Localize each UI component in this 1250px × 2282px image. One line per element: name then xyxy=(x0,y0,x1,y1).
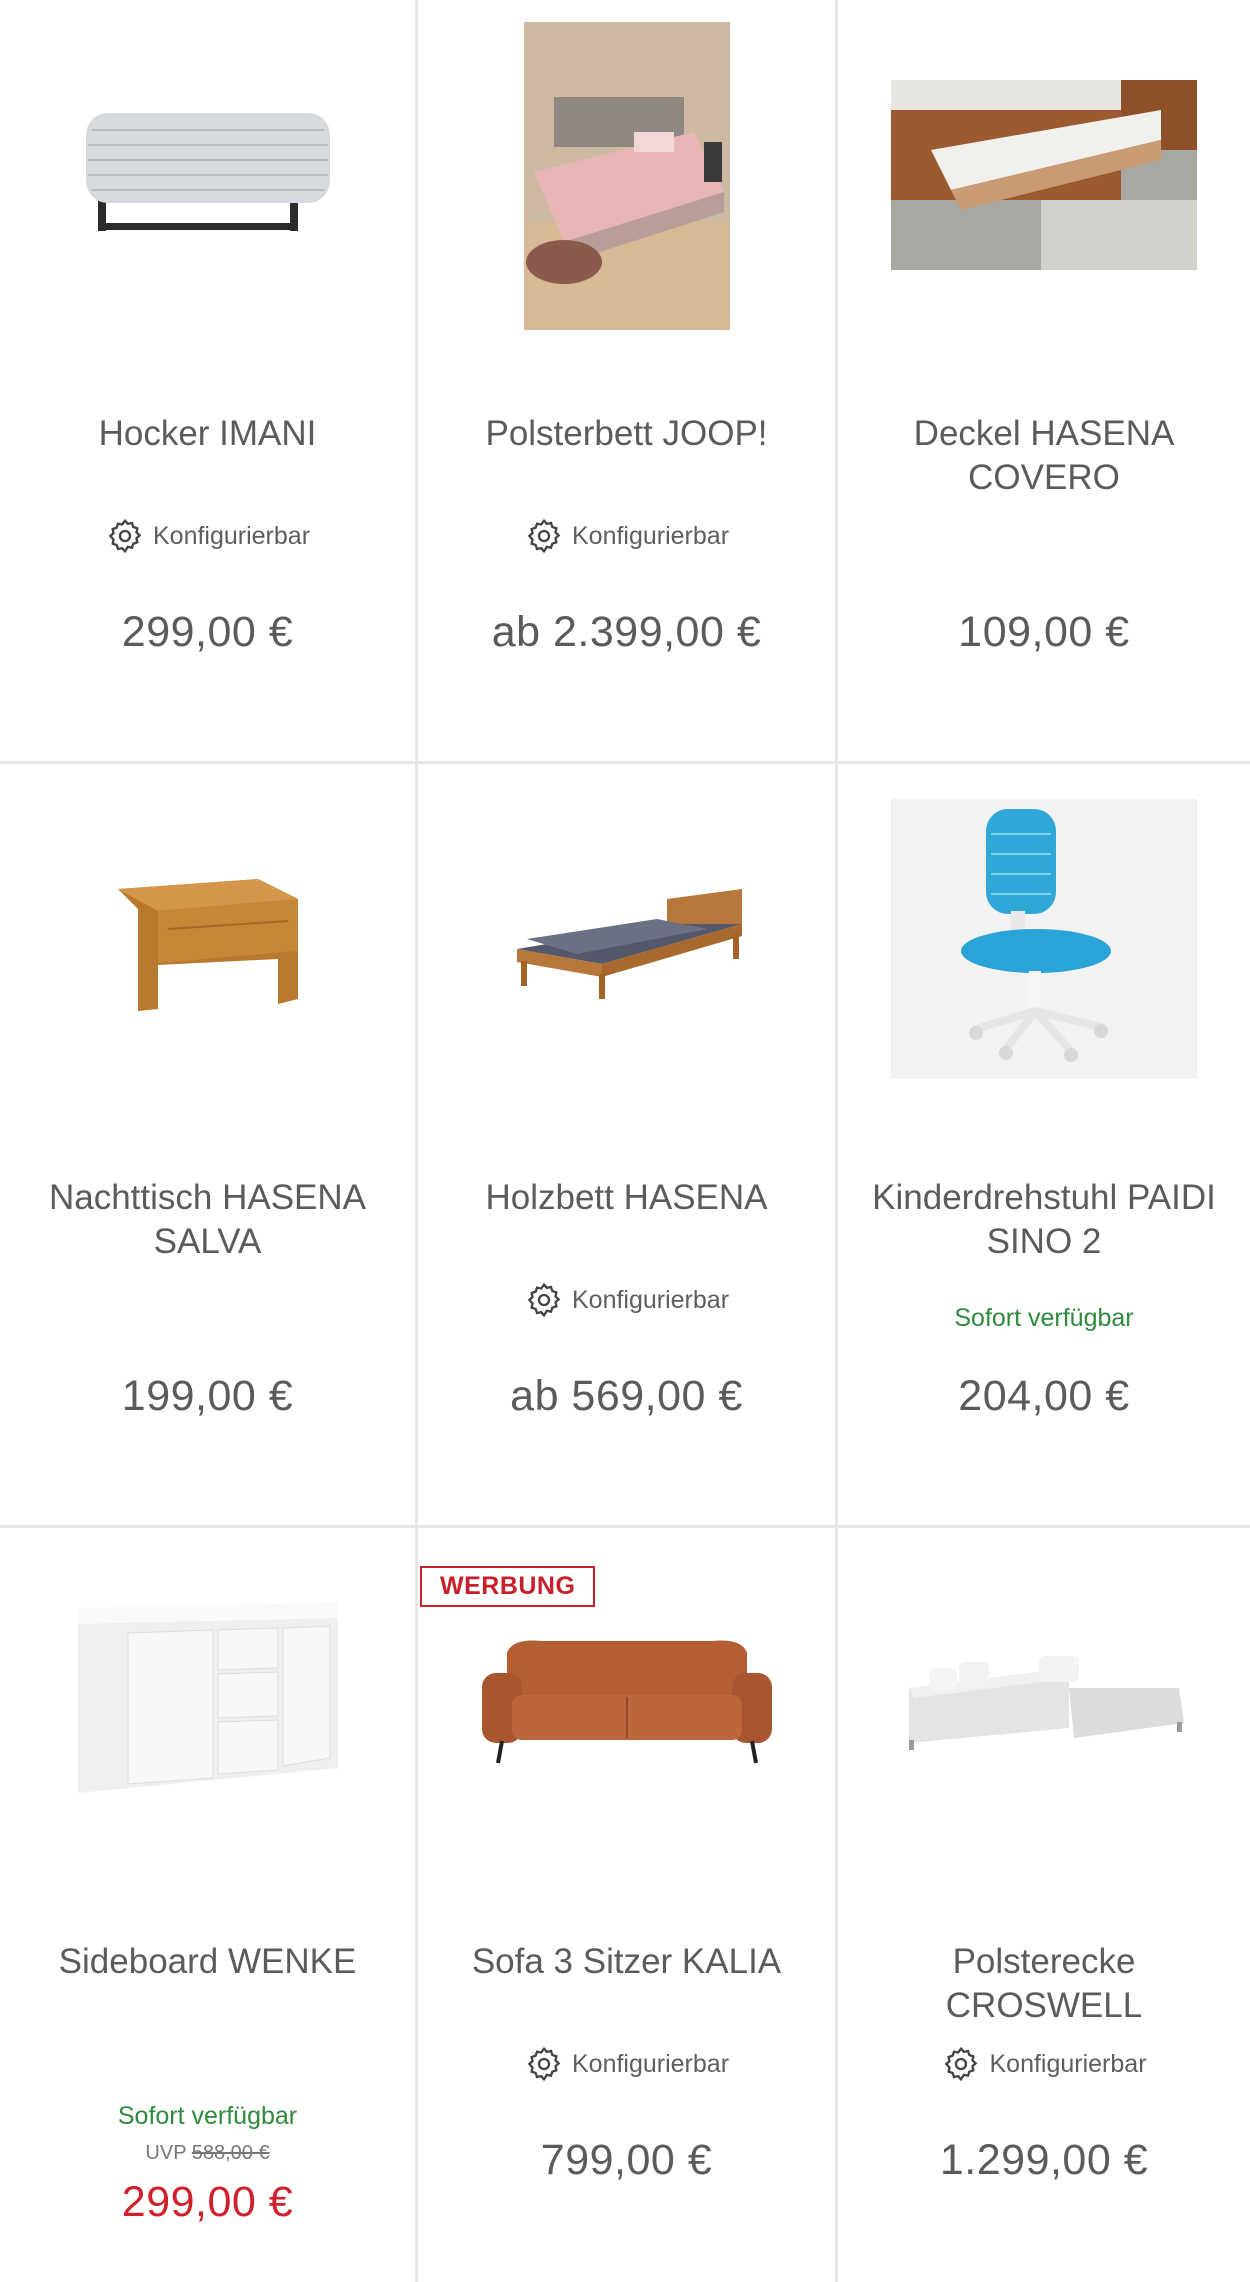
product-title[interactable]: Sofa 3 Sitzer KALIA xyxy=(438,1940,815,1984)
product-card[interactable]: Deckel HASENA COVERO 109,00 € xyxy=(838,0,1250,764)
availability-label: Sofort verfügbar xyxy=(954,1304,1134,1332)
uvp-price: UVP 588,00 € xyxy=(0,2142,415,2165)
product-title[interactable]: Holzbett HASENA xyxy=(438,1176,815,1220)
gear-icon xyxy=(527,518,561,554)
uvp-label: UVP xyxy=(145,2142,187,2164)
availability-label: Sofort verfügbar xyxy=(117,2102,298,2130)
gear-icon xyxy=(945,2046,978,2082)
product-title[interactable]: Polsterecke CROSWELL xyxy=(858,1940,1230,2028)
product-title[interactable]: Hocker IMANI xyxy=(20,412,395,456)
product-card[interactable]: Polsterbett JOOP! Konfigurierbar ab 2.39… xyxy=(418,0,838,764)
configurable-label: Konfigurierbar xyxy=(418,1280,835,1320)
product-price: ab 569,00 € xyxy=(510,1372,743,1420)
product-image[interactable] xyxy=(418,764,835,1114)
product-price: 1.299,00 € xyxy=(939,2136,1149,2184)
product-card[interactable]: Kinderdrehstuhl PAIDI SINO 2 Sofort verf… xyxy=(838,764,1250,1528)
product-price: 199,00 € xyxy=(121,1372,294,1420)
product-image[interactable] xyxy=(0,0,415,350)
product-card[interactable]: Hocker IMANI Konfigurierbar 299,00 € xyxy=(0,0,418,764)
product-card[interactable]: WERBUNG Sofa 3 Sitzer KALIA Konfigurierb… xyxy=(418,1528,838,2282)
product-price: 299,00 € xyxy=(121,2178,294,2226)
product-image[interactable] xyxy=(0,1528,415,1878)
gear-icon xyxy=(527,1282,561,1318)
product-card[interactable]: Sideboard WENKE Sofort verfügbar UVP 588… xyxy=(0,1528,418,2282)
configurable-text: Konfigurierbar xyxy=(989,2049,1147,2078)
product-title[interactable]: Deckel HASENA COVERO xyxy=(858,412,1230,500)
product-title[interactable]: Sideboard WENKE xyxy=(20,1940,395,1984)
product-price: 299,00 € xyxy=(121,608,294,656)
product-price: 109,00 € xyxy=(958,608,1130,656)
configurable-label: Konfigurierbar xyxy=(418,2044,835,2084)
configurable-text: Konfigurierbar xyxy=(571,2049,730,2078)
product-title[interactable]: Nachttisch HASENA SALVA xyxy=(20,1176,395,1264)
product-grid: Hocker IMANI Konfigurierbar 299,00 € Pol… xyxy=(0,0,1250,2282)
configurable-text: Konfigurierbar xyxy=(571,1285,730,1314)
product-title[interactable]: Kinderdrehstuhl PAIDI SINO 2 xyxy=(858,1176,1230,1264)
product-image[interactable] xyxy=(418,0,835,350)
product-price: 204,00 € xyxy=(958,1372,1130,1420)
product-image[interactable] xyxy=(838,1528,1250,1878)
product-image[interactable] xyxy=(0,764,415,1114)
product-title[interactable]: Polsterbett JOOP! xyxy=(438,412,815,456)
configurable-label: Konfigurierbar xyxy=(838,2044,1250,2084)
product-card[interactable]: Holzbett HASENA Konfigurierbar ab 569,00… xyxy=(418,764,838,1528)
product-card[interactable]: Polsterecke CROSWELL Konfigurierbar 1.29… xyxy=(838,1528,1250,2282)
configurable-text: Konfigurierbar xyxy=(571,521,730,550)
product-image[interactable] xyxy=(418,1528,835,1878)
product-image[interactable] xyxy=(838,764,1250,1114)
gear-icon xyxy=(108,518,142,554)
uvp-old-price: 588,00 € xyxy=(191,2142,270,2164)
configurable-text: Konfigurierbar xyxy=(152,521,311,550)
gear-icon xyxy=(527,2046,561,2082)
configurable-label: Konfigurierbar xyxy=(0,516,415,556)
product-card[interactable]: Nachttisch HASENA SALVA 199,00 € xyxy=(0,764,418,1528)
product-image[interactable] xyxy=(838,0,1250,350)
configurable-label: Konfigurierbar xyxy=(418,516,835,556)
product-price: 799,00 € xyxy=(540,2136,713,2184)
product-price: ab 2.399,00 € xyxy=(491,608,762,656)
